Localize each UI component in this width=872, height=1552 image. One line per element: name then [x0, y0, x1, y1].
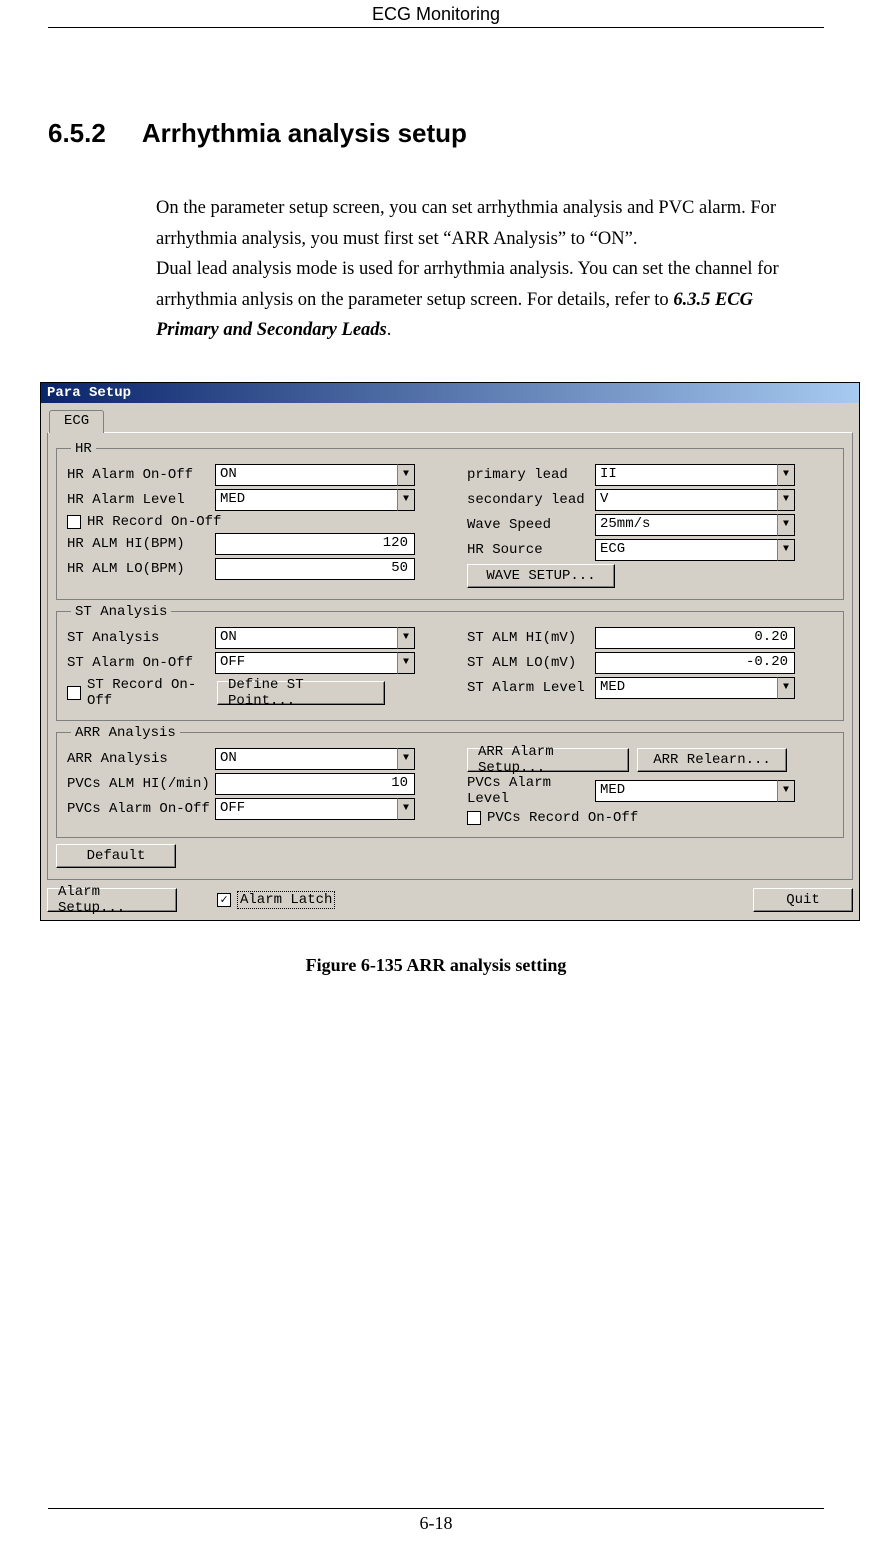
figure-caption: Figure 6-135 ARR analysis setting [48, 955, 824, 976]
lbl-st-analysis: ST Analysis [67, 630, 215, 646]
checkbox-alarm-latch[interactable]: ✓ [217, 893, 231, 907]
lbl-secondary-lead: secondary lead [467, 492, 595, 508]
checkbox-hr-record[interactable] [67, 515, 81, 529]
arr-alarm-setup-button[interactable]: ARR Alarm Setup... [467, 748, 629, 772]
paragraph-1: On the parameter setup screen, you can s… [156, 198, 776, 249]
lbl-hr-alarm-level: HR Alarm Level [67, 492, 215, 508]
tab-strip: ECG [41, 403, 859, 432]
wave-setup-button[interactable]: WAVE SETUP... [467, 564, 615, 588]
chevron-down-icon[interactable]: ▼ [777, 780, 795, 802]
para-setup-dialog: Para Setup ECG HR HR Alarm On-Off ON [40, 382, 860, 921]
lbl-hr-source: HR Source [467, 542, 595, 558]
chevron-down-icon[interactable]: ▼ [397, 489, 415, 511]
combo-value: ON [215, 748, 397, 770]
combo-arr-analysis[interactable]: ON ▼ [215, 748, 415, 770]
checkbox-pvcs-record[interactable] [467, 811, 481, 825]
page-number: 6-18 [420, 1513, 453, 1533]
combo-hr-alarm-onoff[interactable]: ON ▼ [215, 464, 415, 486]
lbl-pvcs-alarm-onoff: PVCs Alarm On-Off [67, 801, 215, 817]
checkbox-st-record[interactable] [67, 686, 81, 700]
combo-pvcs-alarm-onoff[interactable]: OFF ▼ [215, 798, 415, 820]
lbl-pvcs-record: PVCs Record On-Off [487, 810, 638, 826]
chevron-down-icon[interactable]: ▼ [777, 514, 795, 536]
default-button[interactable]: Default [56, 844, 176, 868]
combo-value: V [595, 489, 777, 511]
lbl-pvcs-alarm-level: PVCs Alarm Level [467, 775, 595, 807]
input-hr-alm-lo[interactable]: 50 [215, 558, 415, 580]
combo-value: ECG [595, 539, 777, 561]
dialog-titlebar: Para Setup [41, 383, 859, 403]
lbl-alarm-latch: Alarm Latch [237, 891, 335, 909]
chevron-down-icon[interactable]: ▼ [397, 464, 415, 486]
combo-st-analysis[interactable]: ON ▼ [215, 627, 415, 649]
body-text: On the parameter setup screen, you can s… [156, 193, 812, 346]
lbl-pvcs-alm-hi: PVCs ALM HI(/min) [67, 776, 215, 792]
lbl-arr-analysis: ARR Analysis [67, 751, 215, 767]
group-arr-legend: ARR Analysis [71, 725, 180, 741]
lbl-hr-alm-lo: HR ALM LO(BPM) [67, 561, 215, 577]
combo-hr-alarm-level[interactable]: MED ▼ [215, 489, 415, 511]
combo-primary-lead[interactable]: II ▼ [595, 464, 795, 486]
chevron-down-icon[interactable]: ▼ [397, 627, 415, 649]
lbl-wave-speed: Wave Speed [467, 517, 595, 533]
lbl-hr-alarm-onoff: HR Alarm On-Off [67, 467, 215, 483]
lbl-st-record: ST Record On-Off [87, 677, 217, 709]
lbl-st-alm-lo: ST ALM LO(mV) [467, 655, 595, 671]
tab-panel-ecg: HR HR Alarm On-Off ON ▼ HR Al [47, 432, 853, 880]
lbl-st-alarm-level: ST Alarm Level [467, 680, 595, 696]
chevron-down-icon[interactable]: ▼ [777, 464, 795, 486]
combo-wave-speed[interactable]: 25mm/s ▼ [595, 514, 795, 536]
chevron-down-icon[interactable]: ▼ [777, 489, 795, 511]
tab-ecg[interactable]: ECG [49, 410, 104, 433]
lbl-primary-lead: primary lead [467, 467, 595, 483]
chevron-down-icon[interactable]: ▼ [397, 798, 415, 820]
screenshot-figure: Para Setup ECG HR HR Alarm On-Off ON [40, 382, 860, 921]
paragraph-2c: . [387, 320, 392, 340]
section-title: Arrhythmia analysis setup [142, 118, 467, 148]
combo-pvcs-alarm-level[interactable]: MED ▼ [595, 780, 795, 802]
lbl-hr-record: HR Record On-Off [87, 514, 221, 530]
combo-value: MED [595, 677, 777, 699]
input-pvcs-alm-hi[interactable]: 10 [215, 773, 415, 795]
chevron-down-icon[interactable]: ▼ [397, 652, 415, 674]
group-arr: ARR Analysis ARR Analysis ON ▼ [56, 725, 844, 838]
lbl-st-alm-hi: ST ALM HI(mV) [467, 630, 595, 646]
group-st: ST Analysis ST Analysis ON ▼ [56, 604, 844, 721]
dialog-bottom-bar: Alarm Setup... ✓ Alarm Latch Quit [47, 888, 853, 912]
quit-button[interactable]: Quit [753, 888, 853, 912]
chevron-down-icon[interactable]: ▼ [397, 748, 415, 770]
combo-value: ON [215, 627, 397, 649]
combo-value: 25mm/s [595, 514, 777, 536]
page-footer: 6-18 [48, 1508, 824, 1534]
lbl-hr-alm-hi: HR ALM HI(BPM) [67, 536, 215, 552]
group-hr-legend: HR [71, 441, 96, 457]
lbl-st-alarm-onoff: ST Alarm On-Off [67, 655, 215, 671]
section-number: 6.5.2 [48, 118, 106, 149]
combo-value: MED [215, 489, 397, 511]
combo-value: MED [595, 780, 777, 802]
combo-hr-source[interactable]: ECG ▼ [595, 539, 795, 561]
section-heading: 6.5.2 Arrhythmia analysis setup [48, 118, 824, 149]
combo-value: OFF [215, 798, 397, 820]
combo-secondary-lead[interactable]: V ▼ [595, 489, 795, 511]
input-hr-alm-hi[interactable]: 120 [215, 533, 415, 555]
group-hr: HR HR Alarm On-Off ON ▼ HR Al [56, 441, 844, 600]
arr-relearn-button[interactable]: ARR Relearn... [637, 748, 787, 772]
alarm-setup-button[interactable]: Alarm Setup... [47, 888, 177, 912]
input-st-alm-hi[interactable]: 0.20 [595, 627, 795, 649]
combo-value: OFF [215, 652, 397, 674]
combo-value: II [595, 464, 777, 486]
combo-value: ON [215, 464, 397, 486]
input-st-alm-lo[interactable]: -0.20 [595, 652, 795, 674]
combo-st-alarm-level[interactable]: MED ▼ [595, 677, 795, 699]
chevron-down-icon[interactable]: ▼ [777, 539, 795, 561]
chevron-down-icon[interactable]: ▼ [777, 677, 795, 699]
group-st-legend: ST Analysis [71, 604, 171, 620]
define-st-point-button[interactable]: Define ST Point... [217, 681, 385, 705]
combo-st-alarm-onoff[interactable]: OFF ▼ [215, 652, 415, 674]
running-head: ECG Monitoring [48, 0, 824, 28]
